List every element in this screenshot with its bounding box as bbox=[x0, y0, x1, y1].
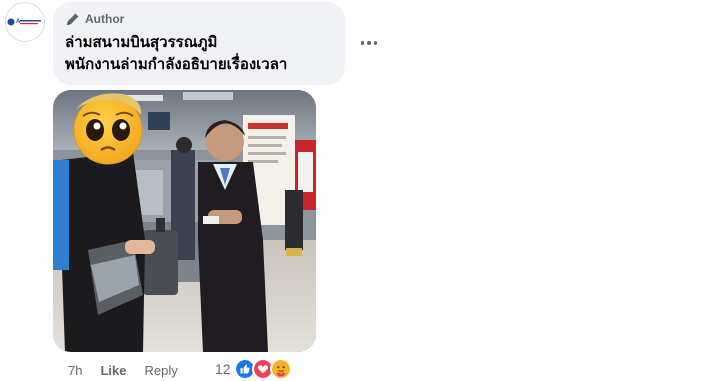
reactions-summary[interactable]: 12 bbox=[215, 357, 292, 381]
more-dot-icon bbox=[360, 41, 365, 45]
comment-text-line-2: พนักงานล่ามกำลังอธิบายเรื่องเวลา bbox=[65, 56, 288, 73]
comment-timestamp[interactable]: 7h bbox=[68, 363, 82, 378]
author-avatar[interactable]: A bbox=[5, 2, 45, 42]
like-button[interactable]: Like bbox=[100, 363, 126, 378]
reply-button[interactable]: Reply bbox=[144, 363, 177, 378]
more-options-button[interactable] bbox=[356, 30, 382, 56]
author-badge-label: Author bbox=[85, 12, 125, 26]
comment-text-line-1: ล่ามสนามบินสุวรรณภูมิ bbox=[65, 34, 218, 51]
comment-text: ล่ามสนามบินสุวรรณภูมิ พนักงานล่ามกำลังอธ… bbox=[65, 32, 333, 76]
comment-actions: 7h Like Reply bbox=[68, 361, 178, 379]
pencil-icon bbox=[67, 13, 79, 25]
reaction-count: 12 bbox=[215, 361, 231, 377]
comment-photo[interactable] bbox=[53, 90, 316, 352]
airport-photo-scene bbox=[53, 90, 316, 352]
comment-bubble: Author ล่ามสนามบินสุวรรณภูมิ พนักงานล่าม… bbox=[53, 2, 345, 85]
company-logo-icon: A bbox=[7, 18, 41, 26]
author-badge: Author bbox=[65, 10, 333, 28]
more-dot-icon bbox=[367, 41, 371, 45]
more-dot-icon bbox=[373, 41, 378, 45]
care-reaction-icon bbox=[269, 358, 292, 380]
